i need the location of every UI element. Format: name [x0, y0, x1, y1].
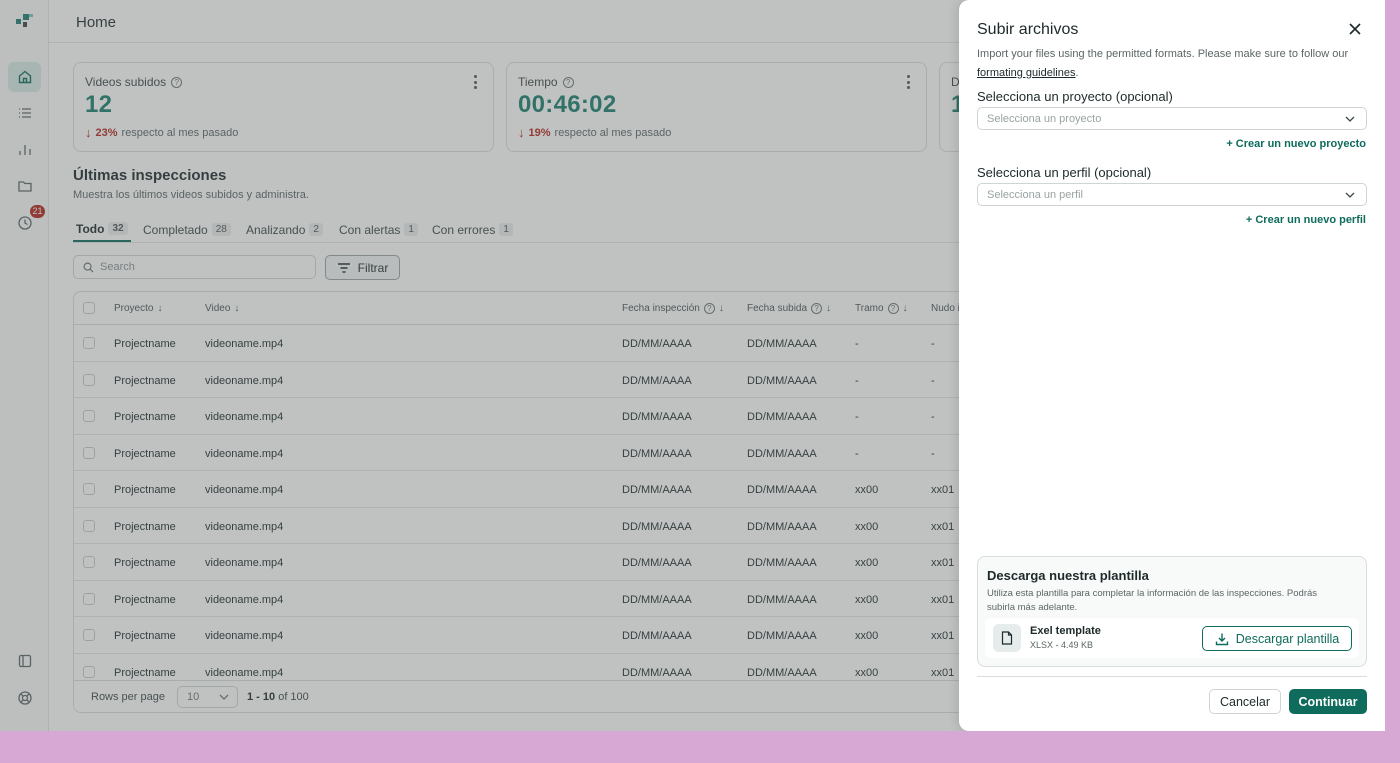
- app-window: 21 Home Videos subidos? 12 ↓ 23% respecto …: [0, 0, 1385, 731]
- project-select[interactable]: Selecciona un proyecto: [977, 107, 1367, 130]
- template-description: Utiliza esta plantilla para completar la…: [987, 588, 1318, 613]
- continue-button[interactable]: Continuar: [1289, 689, 1367, 714]
- create-project-link[interactable]: + Crear un nuevo proyecto: [1226, 138, 1366, 150]
- footer-divider: [977, 676, 1367, 677]
- download-icon: [1215, 633, 1228, 645]
- profile-label: Selecciona un perfil (opcional): [977, 165, 1152, 180]
- create-profile-link[interactable]: + Crear un nuevo perfil: [1246, 214, 1366, 226]
- chevron-down-icon: [1345, 192, 1355, 198]
- file-icon: [993, 624, 1021, 652]
- template-download-card: Descarga nuestra plantilla Utiliza esta …: [977, 556, 1367, 667]
- cancel-button[interactable]: Cancelar: [1209, 689, 1281, 714]
- chevron-down-icon: [1345, 116, 1355, 122]
- upload-files-panel: Subir archivos Import your files using t…: [959, 0, 1385, 731]
- project-label: Selecciona un proyecto (opcional): [977, 89, 1173, 104]
- template-title: Descarga nuestra plantilla: [987, 568, 1149, 583]
- panel-title: Subir archivos: [977, 21, 1079, 38]
- panel-description: Import your files using the permitted fo…: [977, 48, 1349, 79]
- profile-select[interactable]: Selecciona un perfil: [977, 183, 1367, 206]
- close-icon[interactable]: [1348, 22, 1362, 36]
- template-file: Exel template XLSX - 4.49 KB Descargar p…: [985, 618, 1359, 658]
- file-name: Exel template: [1030, 625, 1101, 637]
- guidelines-link[interactable]: formating guidelines: [977, 67, 1075, 79]
- file-meta: XLSX - 4.49 KB: [1030, 640, 1094, 650]
- download-template-button[interactable]: Descargar plantilla: [1202, 626, 1352, 651]
